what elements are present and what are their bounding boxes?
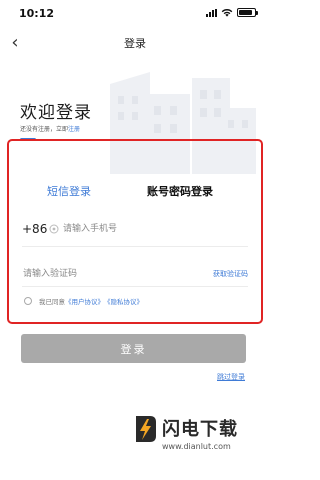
watermark: 闪电下载 www.dianlut.com	[132, 412, 262, 464]
lightning-logo-icon	[136, 416, 156, 442]
get-code-button[interactable]: 获取验证码	[213, 269, 248, 279]
skip-login-link[interactable]: 跳过登录	[217, 372, 245, 382]
watermark-url: www.dianlut.com	[162, 442, 231, 451]
tab-account-login[interactable]: 账号密码登录	[147, 183, 213, 199]
code-divider	[22, 286, 248, 287]
agreement-row: 我已同意 《用户协议》 《隐私协议》	[24, 296, 143, 306]
status-icons	[206, 8, 258, 17]
register-prompt: 还没有注册，立即注册	[20, 124, 80, 133]
page-title: 登录	[124, 37, 146, 50]
country-code[interactable]: +86	[22, 222, 47, 236]
user-agreement-link[interactable]: 《用户协议》	[65, 296, 104, 306]
welcome-title: 欢迎登录	[20, 103, 92, 123]
tab-sms-login[interactable]: 短信登录	[47, 183, 91, 199]
status-bar: 10:12	[0, 0, 270, 26]
privacy-policy-link[interactable]: 《隐私协议》	[104, 296, 143, 306]
watermark-name: 闪电下载	[162, 419, 238, 440]
phone-field-icon	[49, 224, 59, 234]
register-prompt-text: 还没有注册，立即	[20, 126, 69, 133]
verification-code-input[interactable]	[23, 265, 163, 283]
wifi-icon	[221, 9, 233, 17]
agreement-checkbox[interactable]	[24, 297, 32, 305]
phone-input[interactable]	[63, 220, 243, 238]
status-time: 10:12	[19, 7, 55, 20]
battery-icon	[237, 8, 258, 17]
login-button[interactable]: 登录	[21, 334, 246, 363]
phone-divider	[22, 246, 248, 247]
nav-bar: ‹ 登录	[0, 28, 270, 56]
register-link[interactable]: 注册	[68, 126, 80, 133]
cellular-signal-icon	[206, 8, 217, 17]
agreement-text: 我已同意	[39, 298, 65, 306]
